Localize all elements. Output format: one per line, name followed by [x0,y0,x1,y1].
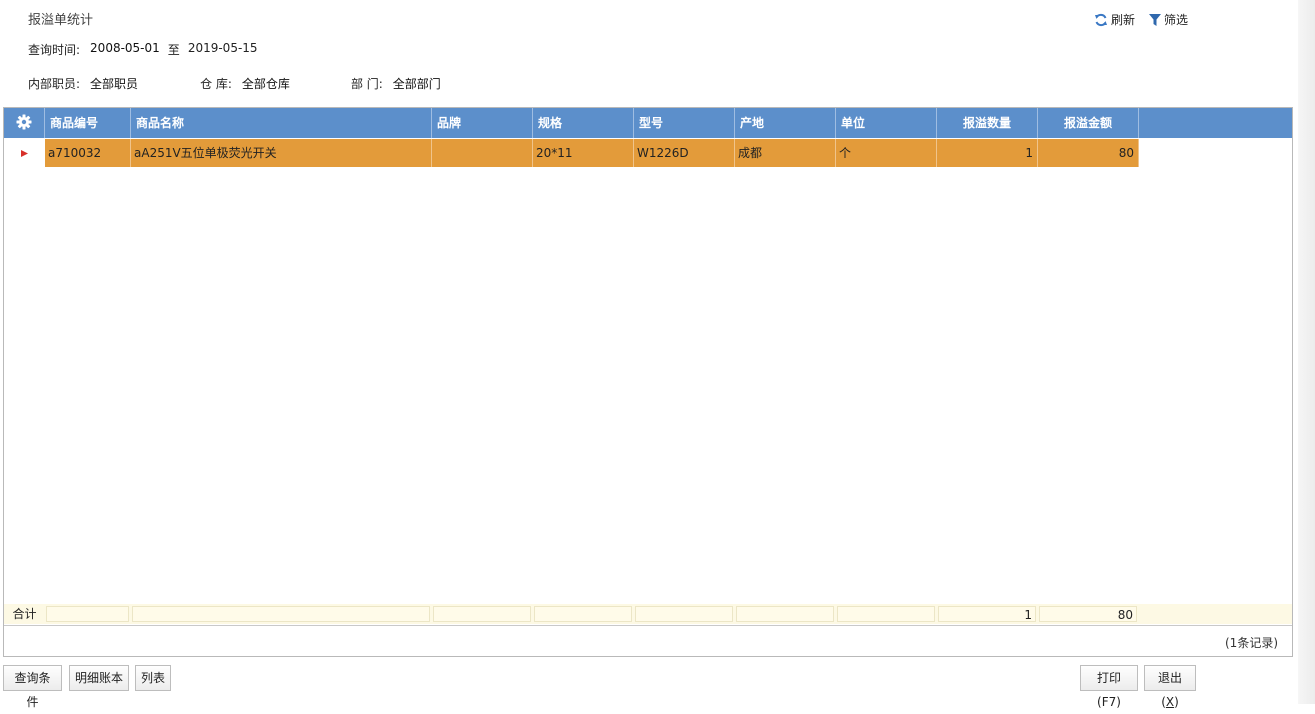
exit-shortcut-key: X [1165,695,1175,709]
cell-unit[interactable]: 个 [836,139,937,167]
statistics-grid: 商品编号 商品名称 品牌 规格 型号 产地 单位 报溢数量 报溢金额 a7100… [3,107,1293,657]
cell-amount[interactable]: 80 [1038,139,1139,167]
staff-value: 全部职员 [90,77,139,91]
cell-spec[interactable]: 20*11 [533,139,634,167]
dept-value: 全部部门 [392,77,441,91]
cell-code[interactable]: a710032 [45,139,131,167]
divider [4,625,1292,626]
filter-label: 筛选 [1164,13,1189,27]
col-header-brand[interactable]: 品牌 [432,108,533,138]
refresh-icon [1094,13,1108,27]
list-button[interactable]: 列表 [135,665,171,691]
exit-button[interactable]: 退出(X) [1144,665,1196,709]
totals-cell [433,606,531,622]
query-conditions-button[interactable]: 查询条件 [3,665,62,709]
column-settings-button[interactable] [4,108,45,138]
totals-cell [46,606,129,622]
totals-qty: 1 [938,606,1036,622]
detail-ledger-button[interactable]: 明细账本 [69,665,129,691]
toolbar: 刷新 筛选 [1094,11,1188,28]
col-header-spec[interactable]: 规格 [533,108,634,138]
current-row-marker-icon [4,139,45,167]
col-header-unit[interactable]: 单位 [836,108,937,138]
col-header-model[interactable]: 型号 [634,108,735,138]
grid-header: 商品编号 商品名称 品牌 规格 型号 产地 单位 报溢数量 报溢金额 [4,108,1292,138]
print-button[interactable]: 打印(F7) [1080,665,1138,709]
dept-label: 部 门: [350,77,383,91]
totals-amount: 80 [1039,606,1137,622]
refresh-button[interactable]: 刷新 [1094,11,1135,28]
page-title: 报溢单统计 [28,13,94,28]
start-date: 2008-05-01 [90,41,160,55]
totals-cell [736,606,834,622]
col-header-name[interactable]: 商品名称 [131,108,432,138]
totals-cell [837,606,935,622]
warehouse-label: 仓 库: [200,77,232,91]
cell-model[interactable]: W1226D [634,139,735,167]
cell-name[interactable]: aA251V五位单极荧光开关 [131,139,432,167]
cell-origin[interactable]: 成都 [735,139,836,167]
date-to-label: 至 [167,43,180,57]
table-row[interactable]: a710032 aA251V五位单极荧光开关 20*11 W1226D 成都 个… [4,139,1292,167]
totals-row: 合计 1 80 [4,604,1292,624]
end-date: 2019-05-15 [187,41,258,55]
totals-cell [534,606,632,622]
col-header-qty[interactable]: 报溢数量 [937,108,1038,138]
query-time-label: 查询时间: [28,43,81,57]
cell-brand[interactable] [432,139,533,167]
right-edge-shade [1298,0,1315,704]
filter-button[interactable]: 筛选 [1149,11,1188,28]
warehouse-value: 全部仓库 [241,77,290,91]
query-time-row: 查询时间: 2008-05-01 至 2019-05-15 [28,41,258,58]
filter-info-row: 内部职员: 全部职员 仓 库: 全部仓库 部 门: 全部部门 [28,75,441,92]
record-count: (1条记录) [1225,636,1278,650]
col-header-origin[interactable]: 产地 [735,108,836,138]
totals-cell [132,606,430,622]
totals-label: 合计 [12,607,37,621]
staff-label: 内部职员: [28,77,81,91]
exit-label-suffix: ) [1174,695,1179,709]
gear-icon [16,114,32,133]
totals-cell [635,606,733,622]
col-header-code[interactable]: 商品编号 [45,108,131,138]
refresh-label: 刷新 [1111,13,1136,27]
cell-qty[interactable]: 1 [937,139,1038,167]
filter-icon [1149,13,1162,27]
col-header-amount[interactable]: 报溢金额 [1038,108,1139,138]
